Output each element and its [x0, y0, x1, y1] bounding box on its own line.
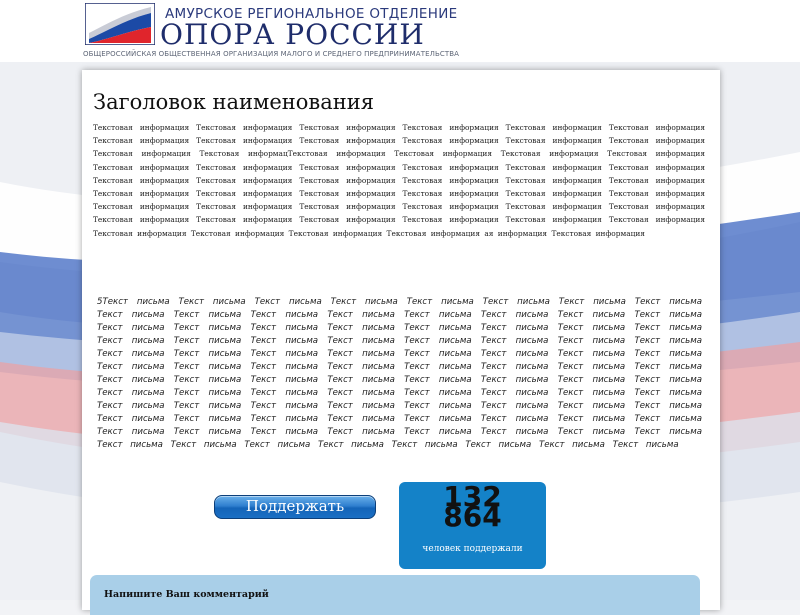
letter-text: 5Текст письма Текст письма Текст письма …: [97, 297, 702, 450]
body-text: Текстовая информация Текстовая информаци…: [93, 123, 705, 238]
org-subtitle: ОБЩЕРОССИЙСКАЯ ОБЩЕСТВЕННАЯ ОРГАНИЗАЦИЯ …: [83, 50, 460, 58]
support-button[interactable]: Поддержать: [214, 495, 376, 519]
supporters-label: человек поддержали: [422, 544, 523, 554]
supporters-count: 132 864: [399, 483, 546, 531]
comment-heading: Напишите Ваш комментарий: [104, 589, 269, 600]
supporters-counter: 132 864 человек поддержали: [399, 482, 546, 569]
site-header: АМУРСКОЕ РЕГИОНАЛЬНОЕ ОТДЕЛЕНИЕ ОПОРА РО…: [0, 0, 800, 62]
russian-flag-logo-icon[interactable]: [85, 3, 155, 45]
page-title: Заголовок наименования: [93, 90, 374, 114]
content-card: Заголовок наименования Текстовая информа…: [82, 70, 720, 615]
supporters-count-line2: 864: [443, 500, 502, 533]
comment-panel: Напишите Ваш комментарий: [90, 575, 700, 615]
org-name[interactable]: ОПОРА РОССИИ: [160, 18, 425, 52]
